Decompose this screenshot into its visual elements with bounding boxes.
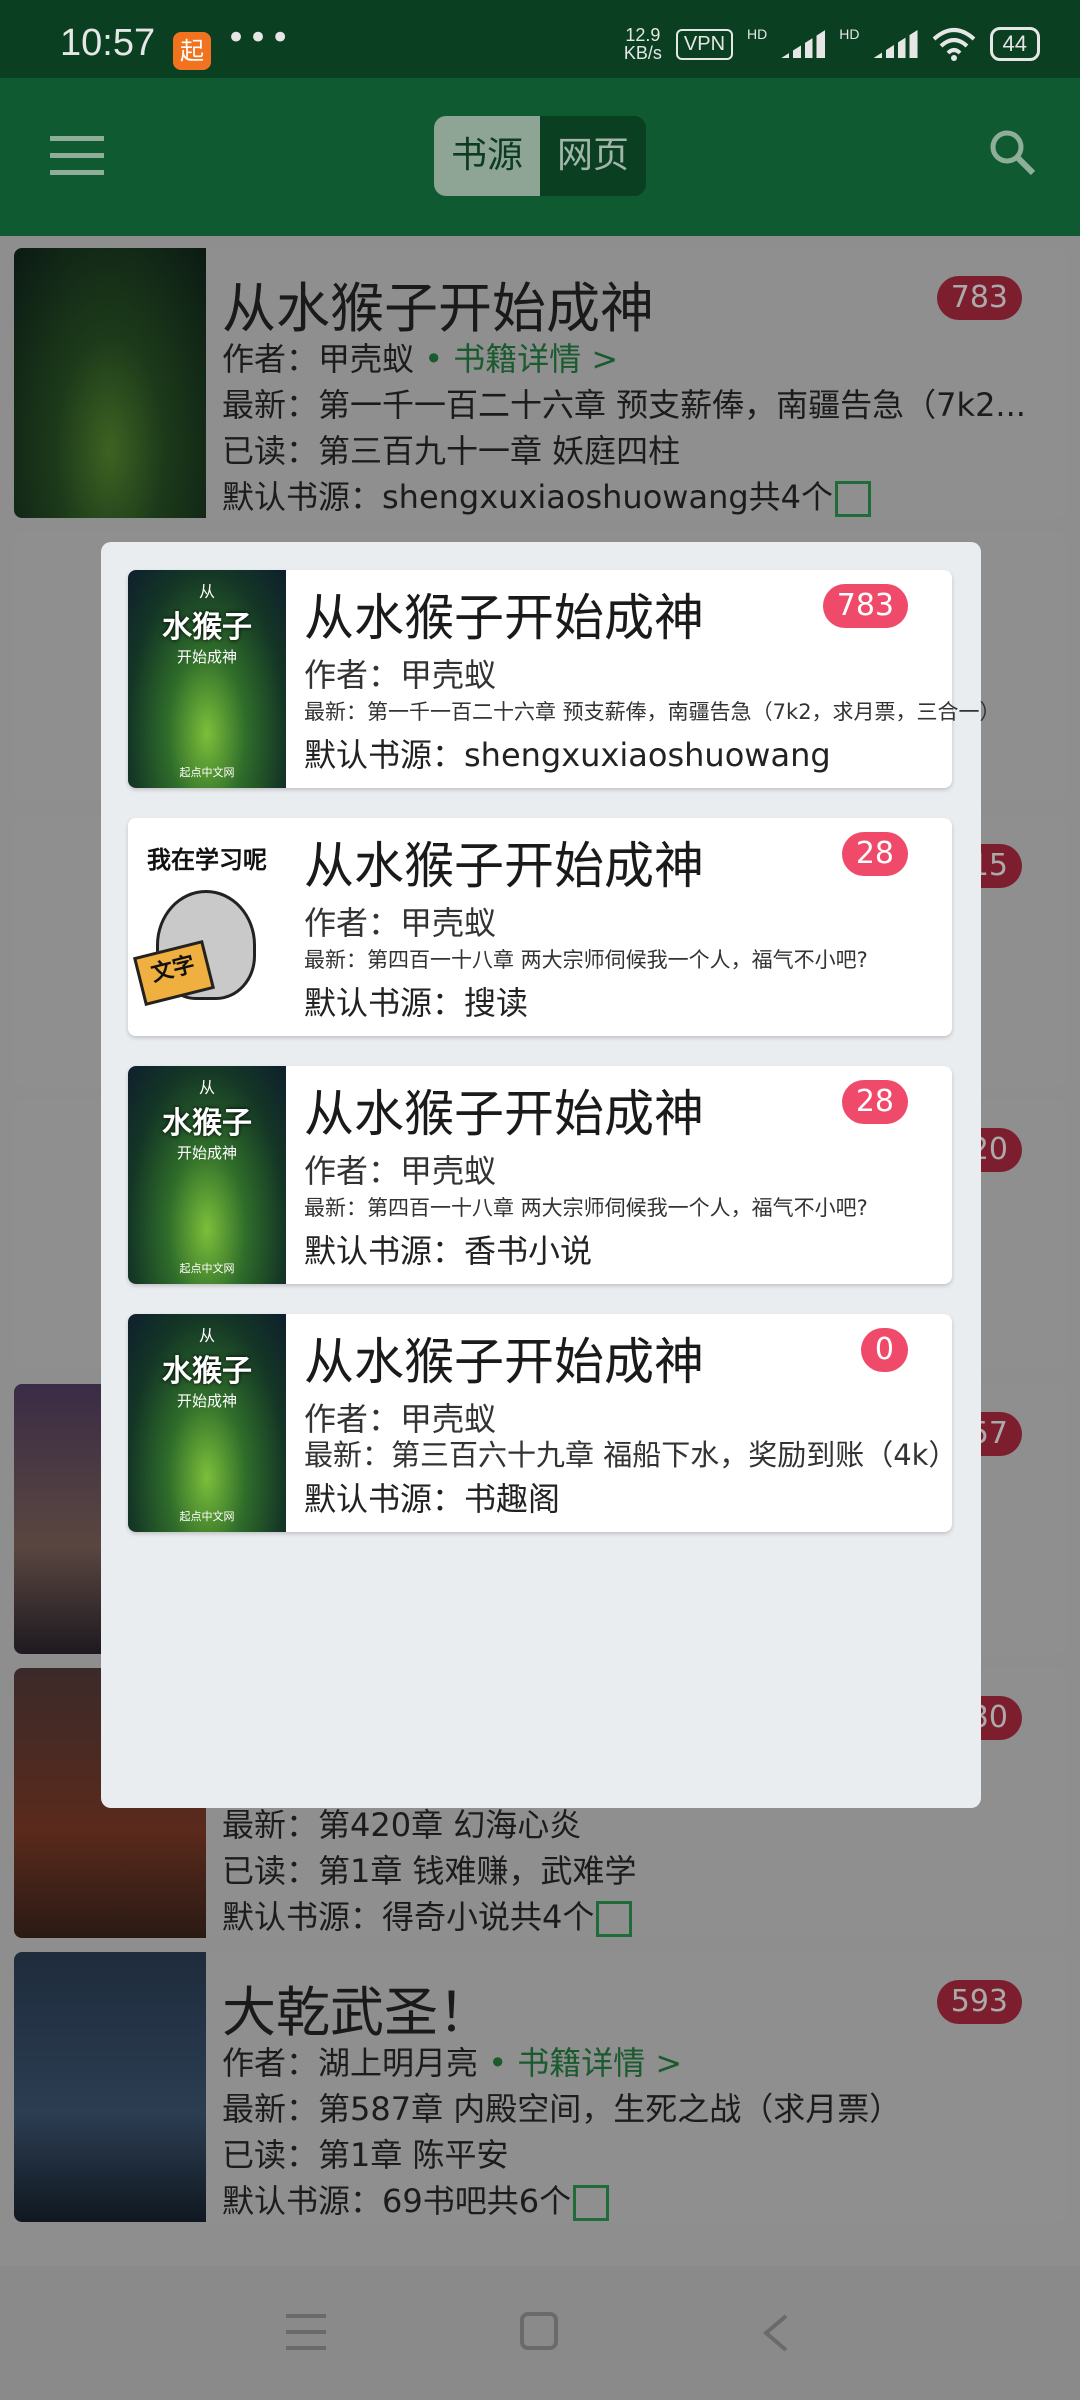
latest-chapter: 最新：第四百一十八章 两大宗师伺候我一个人，福气不小吧? xyxy=(304,1196,868,1220)
latest-chapter: 最新：第四百一十八章 两大宗师伺候我一个人，福气不小吧? xyxy=(304,948,868,972)
latest-chapter: 最新：第一千一百二十六章 预支薪俸，南疆告急（7k2，求月票，三合一） xyxy=(304,700,1001,724)
book-cover: 从 水猴子 开始成神 起点中文网 xyxy=(128,1066,286,1284)
hd-label-2: HD xyxy=(839,26,860,42)
book-read: 已读：第三百九十一章 妖庭四柱 xyxy=(222,432,681,470)
signal-icon-2 xyxy=(873,30,918,58)
book-cover: 我在学习呢 文字 xyxy=(128,818,286,1036)
default-source: 默认书源：搜读 xyxy=(304,984,529,1022)
back-icon[interactable] xyxy=(760,2314,790,2352)
source-option-item[interactable]: 从 水猴子 开始成神 起点中文网 从水猴子开始成神 28 作者：甲壳蚁 最新：第… xyxy=(128,1066,952,1284)
book-latest: 最新：第一千一百二十六章 预支薪俸，南疆告急（7k2... xyxy=(222,386,1026,424)
book-title: 大乾武圣！ xyxy=(222,1981,492,2044)
wifi-icon xyxy=(932,28,975,61)
tab-web[interactable]: 网页 xyxy=(540,116,646,196)
latest-chapter: 最新：第三百六十九章 福船下水，奖励到账（4k） xyxy=(304,1438,958,1472)
book-source: 默认书源：得奇小说共4个 xyxy=(222,1892,1052,1938)
book-source: 默认书源：shengxuxiaoshuowang共4个 xyxy=(222,472,1052,518)
unread-count-badge: 783 xyxy=(936,276,1022,320)
book-title: 从水猴子开始成神 xyxy=(304,1333,704,1391)
list-item[interactable]: 大乾武圣！ 593 作者：湖上明月亮 • 书籍详情 > 最新：第587章 内殿空… xyxy=(14,1952,1066,2222)
recent-apps-icon[interactable] xyxy=(286,2314,326,2350)
menu-icon[interactable] xyxy=(50,136,104,176)
book-detail-link[interactable]: • 书籍详情 > xyxy=(424,340,618,378)
book-author: 作者：甲壳蚁 • 书籍详情 > xyxy=(222,340,619,378)
book-author: 作者：甲壳蚁 xyxy=(304,904,497,942)
unread-count-badge: 593 xyxy=(936,1980,1022,2024)
toolbar: 书源 网页 xyxy=(0,78,1080,236)
source-option-item[interactable]: 从 水猴子 开始成神 起点中文网 从水猴子开始成神 783 作者：甲壳蚁 最新：… xyxy=(128,570,1001,788)
book-author: 作者：甲壳蚁 xyxy=(304,656,497,694)
net-speed: 12.9 KB/s xyxy=(623,25,662,63)
book-cover: 从 水猴子 开始成神 起点中文网 xyxy=(128,570,286,788)
list-item[interactable]: 从水猴子开始成神 783 作者：甲壳蚁 • 书籍详情 > 最新：第一千一百二十六… xyxy=(14,248,1066,518)
chapter-count-badge: 0 xyxy=(860,1328,908,1372)
book-latest: 最新：第587章 内殿空间，生死之战（求月票） xyxy=(222,2090,902,2128)
default-source: 默认书源：shengxuxiaoshuowang xyxy=(304,736,831,774)
chapter-count-badge: 28 xyxy=(841,1080,908,1124)
book-title: 从水猴子开始成神 xyxy=(304,1085,704,1143)
signal-icon-1 xyxy=(781,30,826,58)
book-author: 作者：湖上明月亮 • 书籍详情 > xyxy=(222,2044,683,2082)
change-source-icon[interactable] xyxy=(596,1901,633,1937)
default-source: 默认书源：书趣阁 xyxy=(304,1480,561,1518)
app-notification-icon: 起 xyxy=(173,32,211,70)
source-option-item[interactable]: 从 水猴子 开始成神 起点中文网 从水猴子开始成神 0 作者：甲壳蚁 最新：第三… xyxy=(128,1314,957,1532)
system-nav-bar xyxy=(0,2266,1080,2400)
chapter-count-badge: 783 xyxy=(822,584,908,628)
vpn-badge: VPN xyxy=(675,28,734,60)
tab-book-source[interactable]: 书源 xyxy=(434,116,540,196)
book-detail-link[interactable]: • 书籍详情 > xyxy=(488,2044,682,2082)
book-read: 已读：第1章 陈平安 xyxy=(222,2136,509,2174)
book-source: 默认书源：69书吧共6个 xyxy=(222,2176,1052,2222)
book-title: 从水猴子开始成神 xyxy=(304,589,704,647)
book-cover xyxy=(14,1952,206,2222)
search-icon[interactable] xyxy=(988,128,1036,176)
status-time: 10:57 xyxy=(60,22,156,64)
status-bar: 10:57 起 ••• 12.9 KB/s VPN HD HD 44 xyxy=(0,0,1080,78)
book-read: 已读：第1章 钱难赚，武难学 xyxy=(222,1852,637,1890)
book-author: 作者：甲壳蚁 xyxy=(304,1152,497,1190)
change-source-dialog: 从 水猴子 开始成神 起点中文网 从水猴子开始成神 783 作者：甲壳蚁 最新：… xyxy=(101,542,1001,1808)
source-toggle: 书源 网页 xyxy=(434,116,646,196)
change-source-icon[interactable] xyxy=(835,481,872,517)
home-icon[interactable] xyxy=(520,2312,558,2350)
hd-label-1: HD xyxy=(747,26,768,42)
default-source: 默认书源：香书小说 xyxy=(304,1232,593,1270)
battery-icon: 44 xyxy=(989,27,1040,61)
book-cover: 从 水猴子 开始成神 起点中文网 xyxy=(128,1314,286,1532)
source-option-item[interactable]: 我在学习呢 文字 从水猴子开始成神 28 作者：甲壳蚁 最新：第四百一十八章 两… xyxy=(128,818,952,1036)
chapter-count-badge: 28 xyxy=(841,832,908,876)
change-source-icon[interactable] xyxy=(573,2185,610,2221)
more-notifications-icon: ••• xyxy=(226,18,293,58)
book-title: 从水猴子开始成神 xyxy=(304,837,704,895)
book-title: 从水猴子开始成神 xyxy=(222,277,654,340)
book-cover xyxy=(14,248,206,518)
